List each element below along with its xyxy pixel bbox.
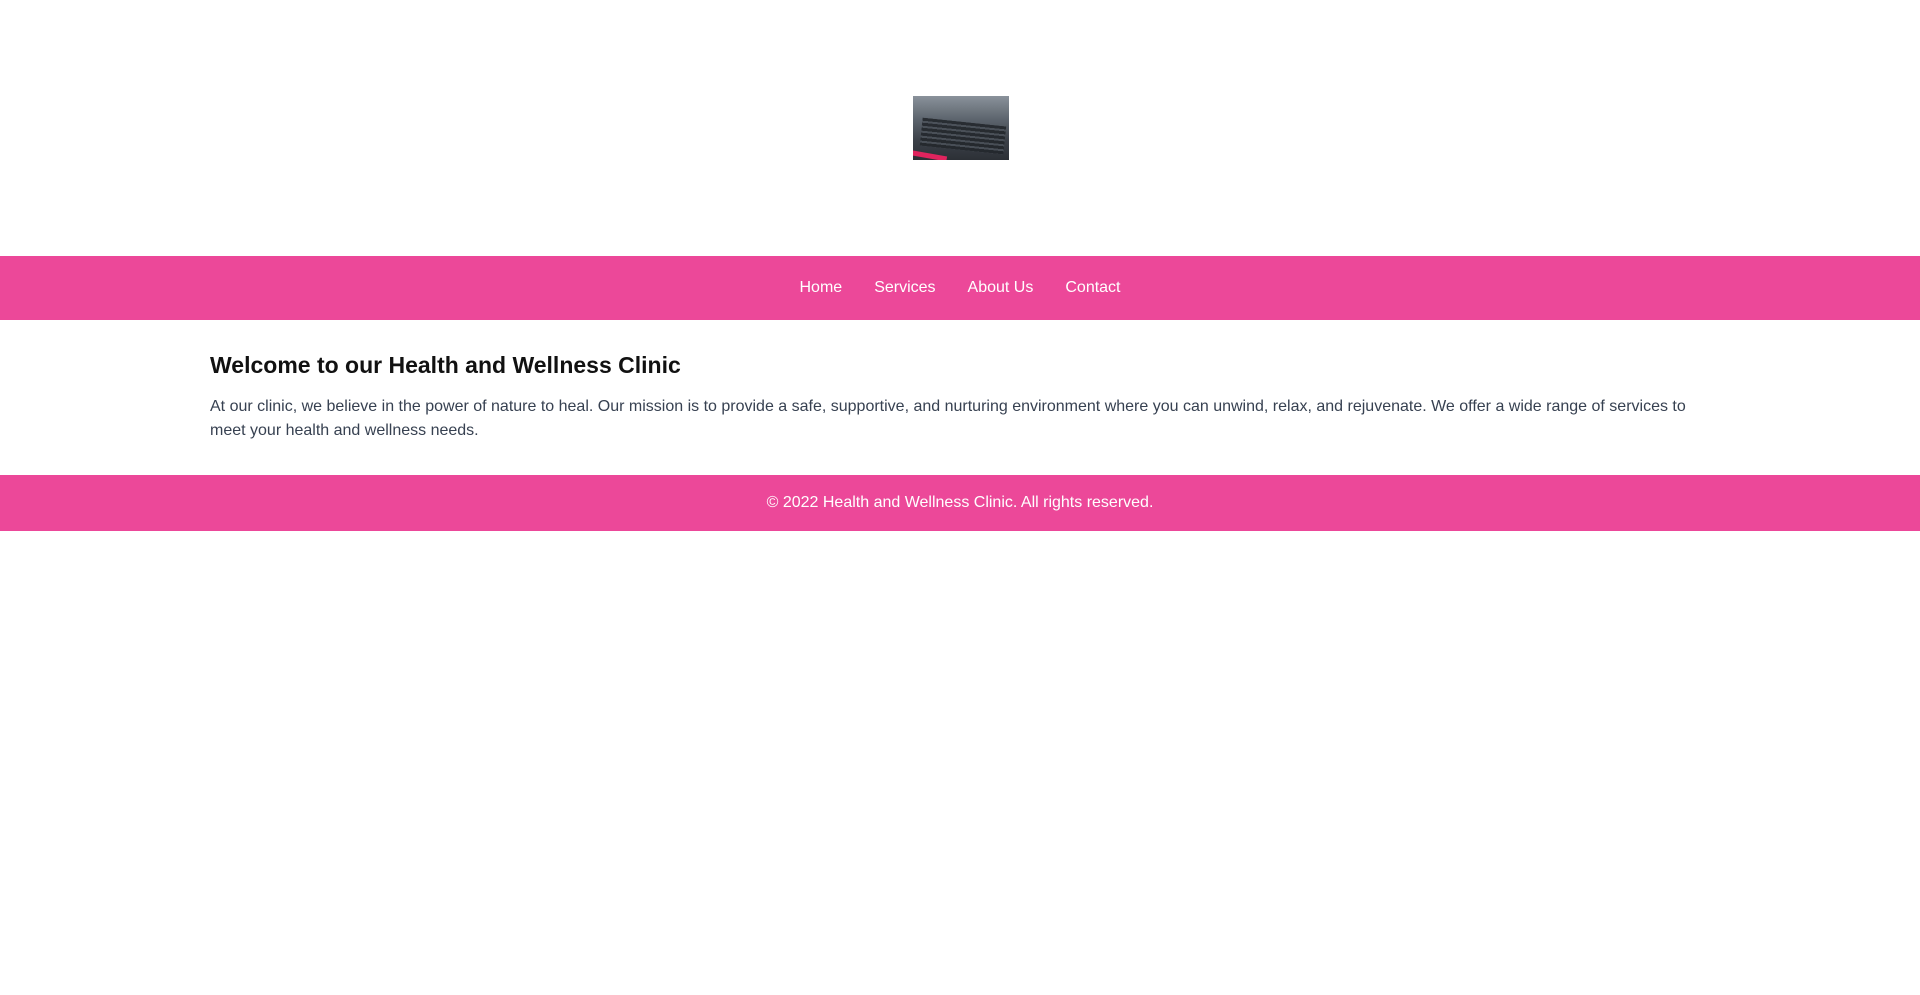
nav-item-home: Home [800,279,843,297]
nav-item-services: Services [874,279,935,297]
logo-image [913,96,1009,160]
car-grille-graphic [919,117,1007,155]
copyright-text: © 2022 Health and Wellness Clinic. All r… [766,494,1154,511]
red-stripe-graphic [913,149,948,160]
site-header [0,0,1920,256]
page-title: Welcome to our Health and Wellness Clini… [210,352,681,378]
nav-link-about-us[interactable]: About Us [968,279,1034,296]
nav-link-services[interactable]: Services [874,279,935,296]
nav-item-about-us: About Us [968,279,1034,297]
nav-link-home[interactable]: Home [800,279,843,296]
nav-list: Home Services About Us Contact [800,279,1121,297]
nav-item-contact: Contact [1065,279,1120,297]
main-content: Welcome to our Health and Wellness Clini… [210,320,1710,475]
intro-paragraph: At our clinic, we believe in the power o… [210,398,1686,439]
main-nav: Home Services About Us Contact [0,256,1920,320]
site-footer: © 2022 Health and Wellness Clinic. All r… [0,475,1920,531]
nav-link-contact[interactable]: Contact [1065,279,1120,296]
